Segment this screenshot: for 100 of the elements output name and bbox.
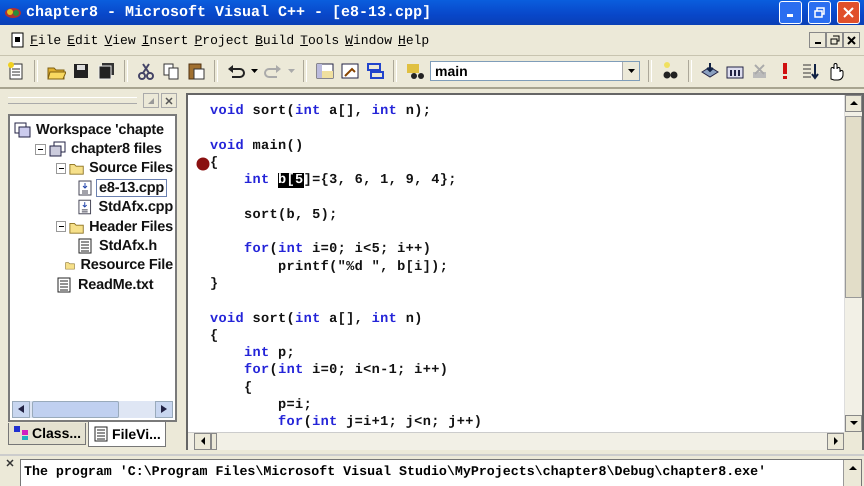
restore-button[interactable] — [826, 32, 843, 48]
menu-item[interactable]: Window — [342, 30, 395, 50]
menu-item[interactable]: Build — [252, 30, 298, 50]
code-text: j=i+1; j<n; j++) — [346, 415, 482, 430]
code-text: { — [244, 380, 253, 396]
scroll-down-button[interactable] — [845, 414, 862, 432]
scroll-left-button[interactable] — [194, 432, 211, 450]
horizontal-scrollbar[interactable] — [188, 432, 844, 450]
code-text: { — [210, 156, 219, 171]
save-all-icon[interactable] — [96, 61, 116, 82]
menu-item[interactable]: Tools — [297, 30, 342, 50]
code-keyword: for — [244, 363, 270, 378]
code-text: sort( — [252, 312, 296, 327]
file-view-icon — [93, 426, 110, 442]
menu-item[interactable]: Edit — [64, 30, 102, 50]
tree-item[interactable]: Resource File — [78, 257, 175, 274]
code-keyword: int — [278, 242, 304, 258]
scroll-right-button[interactable] — [155, 400, 173, 418]
class-view-icon — [13, 425, 29, 442]
minimize-icon — [814, 42, 820, 44]
windows-list-icon[interactable] — [365, 61, 385, 82]
code-keyword: int — [244, 173, 270, 188]
close-icon — [165, 96, 173, 105]
go-icon[interactable] — [800, 61, 820, 82]
code-keyword: int — [244, 346, 270, 362]
menu-item[interactable]: Help — [395, 30, 432, 50]
minimize-button[interactable] — [809, 32, 826, 48]
scrollbar-thumb[interactable] — [211, 432, 217, 450]
tree-item[interactable]: StdAfx.h — [97, 238, 160, 254]
tree-item[interactable]: e8-13.cpp — [97, 180, 166, 196]
restore-icon — [814, 7, 825, 18]
code-text: { — [210, 328, 219, 344]
code-text: p; — [278, 346, 296, 362]
code-text: printf("%d ", b[i]); — [278, 260, 448, 275]
scrollbar-thumb[interactable] — [845, 116, 862, 298]
tree-item[interactable]: Workspace 'chapte — [34, 122, 166, 138]
horizontal-scrollbar[interactable] — [12, 400, 173, 418]
workspace-window-icon[interactable] — [315, 61, 335, 82]
menu-item[interactable]: View — [101, 30, 139, 50]
code-keyword: int — [295, 104, 321, 119]
dropdown-caret-icon — [628, 69, 634, 74]
workspace-icon — [14, 122, 31, 138]
panel-tab[interactable]: Class... — [8, 422, 86, 445]
close-button[interactable] — [161, 93, 177, 108]
code-text: ( — [270, 242, 278, 258]
code-text: main() — [252, 138, 304, 154]
output-window-icon[interactable] — [340, 61, 360, 82]
code-text: n); — [406, 104, 432, 119]
code-keyword: void — [210, 312, 244, 327]
find-in-files-icon[interactable] — [405, 61, 425, 82]
breakpoint-icon[interactable] — [196, 156, 210, 171]
panel-tab[interactable]: FileVi... — [88, 422, 166, 447]
close-button[interactable] — [843, 32, 860, 48]
close-icon — [847, 36, 856, 45]
scrollbar-corner — [844, 432, 862, 450]
scroll-right-button[interactable] — [827, 432, 844, 450]
code-keyword: for — [244, 242, 270, 258]
vertical-scrollbar[interactable] — [844, 94, 862, 432]
scroll-up-button[interactable] — [845, 94, 862, 112]
text-file-icon — [56, 276, 73, 293]
close-icon[interactable] — [6, 458, 14, 467]
tree-item[interactable]: ReadMe.txt — [76, 276, 156, 293]
code-text: sort( — [252, 104, 296, 119]
code-keyword: int — [372, 312, 398, 327]
left-arrow-icon — [18, 405, 24, 414]
dropdown-caret-icon[interactable] — [251, 69, 258, 74]
right-arrow-icon — [161, 405, 167, 414]
tree-item[interactable]: Source Files — [87, 160, 175, 176]
code-text: ]={3, 6, 1, 9, 4}; — [304, 173, 457, 188]
code-text: ( — [270, 363, 278, 378]
tree-item[interactable]: Header Files — [87, 218, 175, 235]
code-text: i=0; i<5; i++) — [312, 242, 432, 258]
source-file-icon — [77, 180, 94, 196]
scroll-left-button[interactable] — [12, 400, 30, 418]
paste-icon[interactable] — [186, 61, 206, 82]
code-keyword: int — [312, 415, 338, 430]
scroll-up-icon[interactable] — [848, 466, 856, 470]
restore-icon — [830, 35, 840, 46]
output-text: The program 'C:\Program Files\Microsoft Visual Studio\MyProjects\chapter8\Debug\chapter8.exe' — [23, 462, 768, 481]
close-icon — [843, 7, 854, 18]
code-keyword: void — [210, 138, 244, 154]
expander-icon[interactable] — [35, 144, 46, 155]
find-combo-box[interactable]: main — [430, 61, 640, 82]
expander-icon[interactable] — [56, 162, 66, 174]
menu-item[interactable]: Insert — [138, 30, 192, 50]
source-file-icon — [77, 199, 94, 216]
copy-icon[interactable] — [161, 61, 181, 82]
right-arrow-icon — [834, 437, 838, 446]
tree-item[interactable]: chapter8 files — [69, 141, 164, 158]
document-icon — [10, 32, 25, 48]
menu-item[interactable]: Project — [191, 30, 252, 50]
cut-icon[interactable] — [136, 61, 156, 82]
scrollbar-thumb[interactable] — [32, 400, 119, 418]
menu-item[interactable]: File — [27, 30, 64, 50]
window-title: chapter8 - Microsoft Visual C++ - [e8-13.cpp] — [26, 4, 432, 22]
code-keyword: void — [210, 104, 244, 119]
triangle-icon — [147, 96, 155, 105]
expander-icon[interactable] — [56, 221, 66, 232]
tree-item[interactable]: StdAfx.cpp — [96, 199, 175, 216]
up-arrow-icon — [850, 101, 858, 106]
